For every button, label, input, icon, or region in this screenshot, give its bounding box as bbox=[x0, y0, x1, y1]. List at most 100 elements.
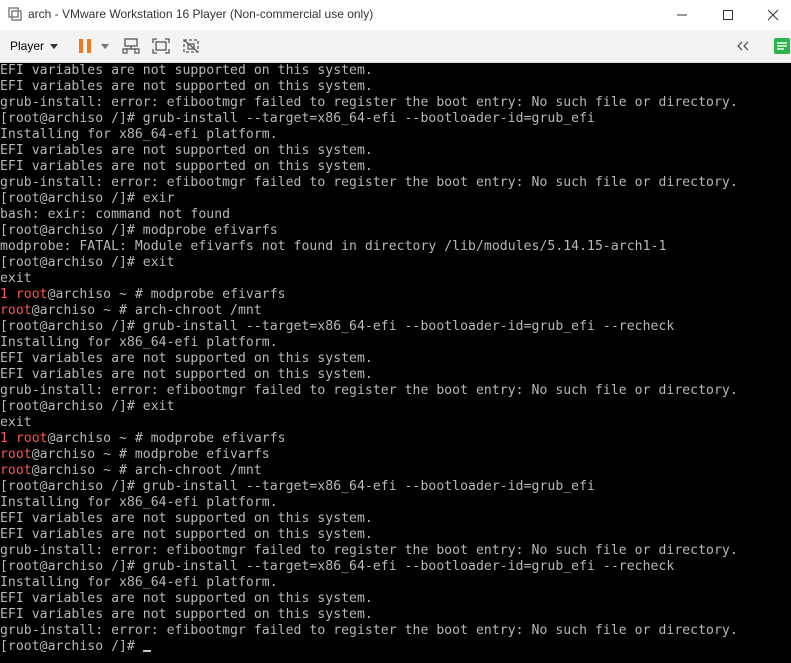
send-ctrl-alt-del-button[interactable] bbox=[120, 35, 142, 57]
prompt-user: 1 root bbox=[0, 431, 48, 446]
terminal-line: EFI variables are not supported on this … bbox=[0, 351, 791, 367]
terminal-text: grub-install: error: efibootmgr failed t… bbox=[0, 383, 738, 398]
terminal-line: [root@archiso /]# grub-install --target=… bbox=[0, 479, 791, 495]
terminal-line: EFI variables are not supported on this … bbox=[0, 143, 791, 159]
terminal-text: [root@archiso /]# exit bbox=[0, 399, 175, 414]
terminal-text: exit bbox=[0, 271, 32, 286]
terminal-text: @archiso ~ # arch-chroot /mnt bbox=[31, 463, 262, 478]
terminal-text: grub-install: error: efibootmgr failed t… bbox=[0, 95, 738, 110]
vmware-app-icon bbox=[8, 7, 22, 21]
terminal-text: grub-install: error: efibootmgr failed t… bbox=[0, 175, 738, 190]
terminal-text: @archiso ~ # modprobe efivarfs bbox=[31, 447, 270, 462]
terminal-text: Installing for x86_64-efi platform. bbox=[0, 495, 278, 510]
close-button[interactable] bbox=[750, 0, 791, 30]
minimize-icon bbox=[677, 14, 687, 16]
terminal-line: grub-install: error: efibootmgr failed t… bbox=[0, 623, 791, 639]
close-icon bbox=[767, 9, 779, 21]
prompt-user: 1 root bbox=[0, 287, 48, 302]
terminal-line: EFI variables are not supported on this … bbox=[0, 527, 791, 543]
pause-dropdown-button[interactable] bbox=[98, 35, 112, 57]
prompt-user: root bbox=[0, 463, 32, 478]
fit-window-icon bbox=[152, 38, 170, 54]
player-menu-label: Player bbox=[10, 39, 45, 53]
terminal-line: [root@archiso /]# grub-install --target=… bbox=[0, 319, 791, 335]
terminal-line: 1 root@archiso ~ # modprobe efivarfs bbox=[0, 431, 791, 447]
terminal-line: EFI variables are not supported on this … bbox=[0, 63, 791, 79]
terminal-line: grub-install: error: efibootmgr failed t… bbox=[0, 543, 791, 559]
terminal-line: Installing for x86_64-efi platform. bbox=[0, 127, 791, 143]
terminal-text: exit bbox=[0, 415, 32, 430]
terminal-text: EFI variables are not supported on this … bbox=[0, 607, 373, 622]
terminal-text: Installing for x86_64-efi platform. bbox=[0, 335, 278, 350]
terminal-line: modprobe: FATAL: Module efivarfs not fou… bbox=[0, 239, 791, 255]
collapse-sidebar-button[interactable] bbox=[733, 35, 753, 57]
terminal-line: root@archiso ~ # arch-chroot /mnt bbox=[0, 463, 791, 479]
terminal-text: [root@archiso /]# grub-install --target=… bbox=[0, 559, 675, 574]
terminal-text: Installing for x86_64-efi platform. bbox=[0, 575, 278, 590]
toolbar: Player bbox=[0, 30, 791, 63]
unity-button[interactable] bbox=[180, 35, 202, 57]
terminal-text: EFI variables are not supported on this … bbox=[0, 367, 373, 382]
terminal-text: EFI variables are not supported on this … bbox=[0, 591, 373, 606]
terminal-text: [root@archiso /]# exir bbox=[0, 191, 175, 206]
notes-icon bbox=[774, 38, 790, 54]
terminal-line: EFI variables are not supported on this … bbox=[0, 591, 791, 607]
terminal-line: exit bbox=[0, 415, 791, 431]
pause-button[interactable] bbox=[74, 35, 96, 57]
chevron-down-icon bbox=[101, 43, 109, 49]
terminal-text: @archiso ~ # modprobe efivarfs bbox=[47, 431, 286, 446]
terminal-line: EFI variables are not supported on this … bbox=[0, 159, 791, 175]
terminal-text: bash: exir: command not found bbox=[0, 207, 231, 222]
terminal-line: Installing for x86_64-efi platform. bbox=[0, 495, 791, 511]
terminal-text: EFI variables are not supported on this … bbox=[0, 79, 373, 94]
maximize-icon bbox=[723, 10, 733, 20]
terminal-line: [root@archiso /]# modprobe efivarfs bbox=[0, 223, 791, 239]
text-cursor bbox=[142, 650, 151, 652]
library-notes-button[interactable] bbox=[772, 35, 791, 57]
terminal-line: [root@archiso /]# exir bbox=[0, 191, 791, 207]
title-bar: arch - VMware Workstation 16 Player (Non… bbox=[0, 0, 791, 30]
terminal-text: [root@archiso /]# grub-install --target=… bbox=[0, 111, 595, 126]
terminal-line: EFI variables are not supported on this … bbox=[0, 511, 791, 527]
terminal-line: bash: exir: command not found bbox=[0, 207, 791, 223]
window-title: arch - VMware Workstation 16 Player (Non… bbox=[28, 7, 374, 21]
terminal-text: [root@archiso /]# modprobe efivarfs bbox=[0, 223, 278, 238]
terminal-text: grub-install: error: efibootmgr failed t… bbox=[0, 543, 738, 558]
maximize-button[interactable] bbox=[705, 0, 751, 30]
network-computer-icon bbox=[122, 38, 140, 54]
terminal-line: [root@archiso /]# bbox=[0, 639, 791, 655]
terminal-text: EFI variables are not supported on this … bbox=[0, 527, 373, 542]
terminal-line: EFI variables are not supported on this … bbox=[0, 607, 791, 623]
double-chevron-left-icon bbox=[737, 41, 749, 51]
terminal-text: [root@archiso /]# grub-install --target=… bbox=[0, 319, 675, 334]
terminal-text: [root@archiso /]# exit bbox=[0, 255, 175, 270]
vm-console[interactable]: EFI variables are not supported on this … bbox=[0, 63, 791, 663]
terminal-text: EFI variables are not supported on this … bbox=[0, 159, 373, 174]
terminal-text: @archiso ~ # arch-chroot /mnt bbox=[31, 303, 262, 318]
terminal-text: EFI variables are not supported on this … bbox=[0, 351, 373, 366]
terminal-line: [root@archiso /]# exit bbox=[0, 255, 791, 271]
terminal-line: root@archiso ~ # arch-chroot /mnt bbox=[0, 303, 791, 319]
terminal-text: modprobe: FATAL: Module efivarfs not fou… bbox=[0, 239, 667, 254]
player-menu-button[interactable]: Player bbox=[4, 35, 64, 57]
terminal-line: grub-install: error: efibootmgr failed t… bbox=[0, 95, 791, 111]
minimize-button[interactable] bbox=[659, 0, 705, 30]
unity-icon bbox=[183, 39, 199, 53]
terminal-line: exit bbox=[0, 271, 791, 287]
prompt-user: root bbox=[0, 447, 32, 462]
terminal-text: [root@archiso /]# bbox=[0, 639, 143, 654]
terminal-line: grub-install: error: efibootmgr failed t… bbox=[0, 175, 791, 191]
terminal-line: Installing for x86_64-efi platform. bbox=[0, 575, 791, 591]
terminal-line: EFI variables are not supported on this … bbox=[0, 79, 791, 95]
terminal-line: [root@archiso /]# exit bbox=[0, 399, 791, 415]
terminal-text: EFI variables are not supported on this … bbox=[0, 143, 373, 158]
terminal-text: grub-install: error: efibootmgr failed t… bbox=[0, 623, 738, 638]
terminal-text: EFI variables are not supported on this … bbox=[0, 63, 373, 78]
terminal-line: [root@archiso /]# grub-install --target=… bbox=[0, 559, 791, 575]
terminal-text: [root@archiso /]# grub-install --target=… bbox=[0, 479, 595, 494]
terminal-text: Installing for x86_64-efi platform. bbox=[0, 127, 278, 142]
terminal-text: EFI variables are not supported on this … bbox=[0, 511, 373, 526]
fit-guest-button[interactable] bbox=[150, 35, 172, 57]
terminal-line: [root@archiso /]# grub-install --target=… bbox=[0, 111, 791, 127]
terminal-line: EFI variables are not supported on this … bbox=[0, 367, 791, 383]
